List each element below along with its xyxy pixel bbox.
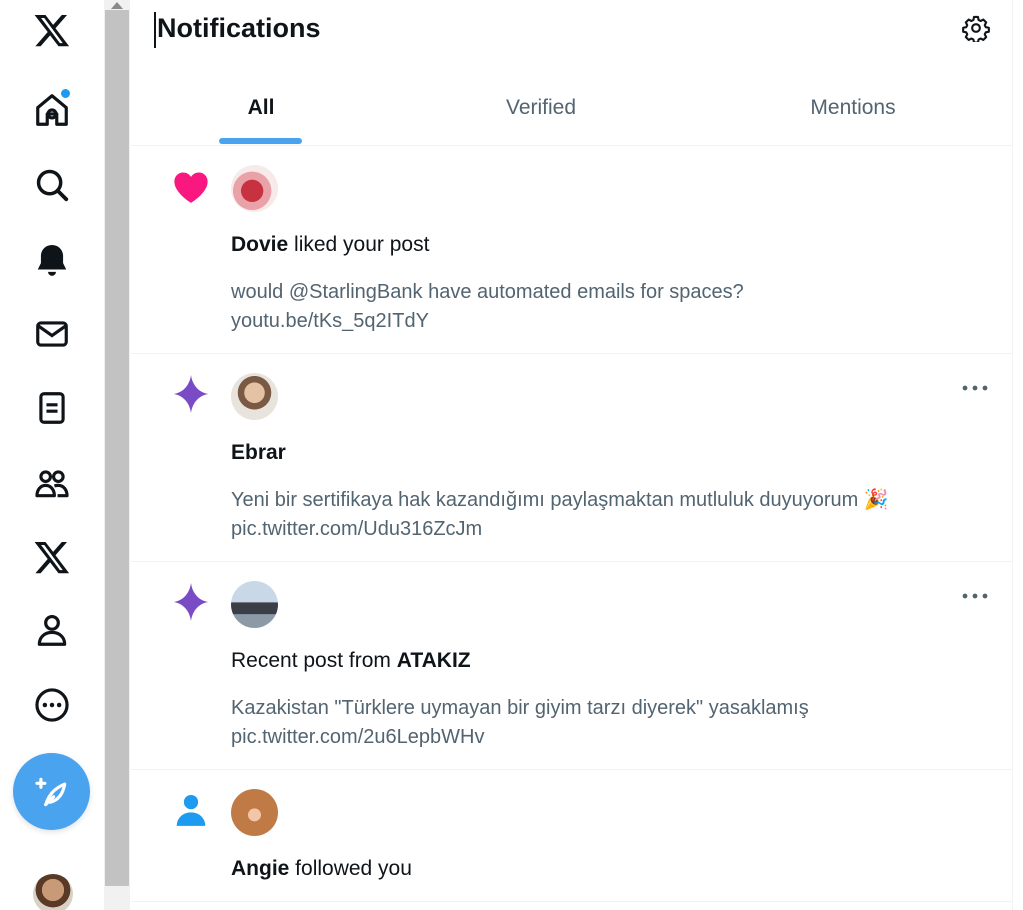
avatar[interactable] — [231, 165, 278, 212]
compose-feather-icon — [34, 777, 66, 806]
page-title: Notifications — [157, 13, 321, 43]
notification-headline: Ebrar — [231, 441, 286, 465]
more-options-button[interactable] — [957, 376, 993, 400]
heart-icon — [167, 163, 215, 211]
notification-item[interactable]: Recent post from ATAKIZ Kazakistan "Türk… — [131, 562, 1013, 770]
gear-icon — [962, 15, 990, 42]
more-dots-icon — [962, 385, 988, 391]
settings-button[interactable] — [960, 12, 992, 44]
x-logo-icon[interactable] — [26, 4, 78, 56]
communities-icon[interactable] — [26, 457, 78, 509]
notification-headline: Recent post from ATAKIZ — [231, 649, 471, 673]
actor-name[interactable]: Dovie — [231, 233, 288, 256]
profile-icon[interactable] — [26, 604, 78, 656]
header: Notifications — [131, 0, 1013, 62]
avatar[interactable] — [231, 789, 278, 836]
left-navigation — [0, 0, 104, 910]
tab-mentions[interactable]: Mentions — [763, 74, 943, 146]
actor-name[interactable]: ATAKIZ — [397, 649, 471, 672]
more-options-button[interactable] — [957, 584, 993, 608]
text-caret — [154, 12, 156, 48]
tab-bar: All Verified Mentions — [131, 74, 1013, 146]
actor-name[interactable]: Angie — [231, 857, 289, 880]
scrollbar[interactable] — [104, 0, 130, 910]
avatar[interactable] — [231, 581, 278, 628]
post-snippet-line1: Kazakistan "Türklere uymayan bir giyim t… — [231, 697, 809, 719]
premium-x-icon[interactable] — [26, 531, 78, 583]
notification-item[interactable]: Ebrar Yeni bir sertifikaya hak kazandığı… — [131, 354, 1013, 562]
unread-dot — [61, 89, 70, 98]
notification-item[interactable]: Angie followed you — [131, 770, 1013, 902]
post-snippet-line1: Yeni bir sertifikaya hak kazandığımı pay… — [231, 489, 889, 511]
more-dots-icon — [962, 593, 988, 599]
tab-all[interactable]: All — [191, 74, 331, 146]
actor-name[interactable]: Ebrar — [231, 441, 286, 464]
action-text: followed you — [289, 857, 412, 880]
post-snippet-link[interactable]: youtu.be/tKs_5q2ITdY — [231, 307, 429, 336]
search-icon[interactable] — [26, 159, 78, 211]
avatar[interactable] — [231, 373, 278, 420]
post-snippet-link[interactable]: pic.twitter.com/Udu316ZcJm — [231, 515, 482, 544]
notifications-column: Notifications All Verified Mentions Dovi… — [131, 0, 1013, 910]
notification-headline: Dovie liked your post — [231, 233, 429, 257]
person-icon — [167, 786, 215, 834]
action-text: liked your post — [288, 233, 430, 256]
notifications-bell-icon[interactable] — [26, 234, 78, 286]
scroll-up-arrow-icon[interactable] — [109, 0, 125, 10]
post-snippet-line1: would @StarlingBank have automated email… — [231, 281, 744, 303]
scroll-thumb[interactable] — [105, 10, 129, 886]
active-tab-indicator — [219, 138, 302, 144]
account-avatar[interactable] — [33, 874, 73, 910]
more-icon[interactable] — [26, 679, 78, 731]
sparkle-icon — [167, 370, 215, 418]
headline-prefix: Recent post from — [231, 649, 397, 672]
sparkle-icon — [167, 578, 215, 626]
home-icon[interactable] — [26, 84, 78, 136]
notification-item[interactable]: Dovie liked your post would @StarlingBan… — [131, 146, 1013, 354]
compose-button[interactable] — [13, 753, 90, 830]
lists-icon[interactable] — [26, 382, 78, 434]
post-snippet-link[interactable]: pic.twitter.com/2u6LepbWHv — [231, 723, 484, 752]
messages-icon[interactable] — [26, 308, 78, 360]
tab-verified[interactable]: Verified — [471, 74, 611, 146]
notification-headline: Angie followed you — [231, 857, 412, 881]
